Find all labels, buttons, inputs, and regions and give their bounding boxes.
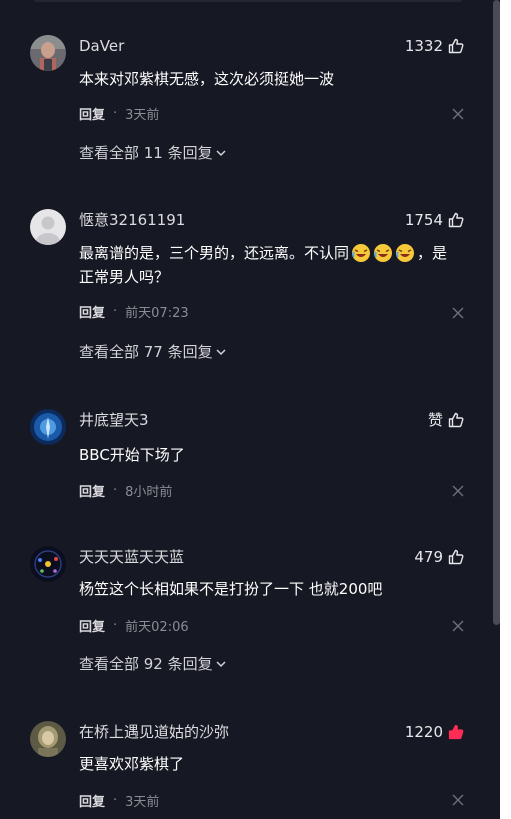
thumbs-up-icon: [448, 38, 464, 54]
like-count: 1754: [404, 211, 443, 229]
like-count: 479: [414, 548, 443, 566]
reply-button[interactable]: 回复: [79, 791, 105, 810]
like-button[interactable]: 赞: [428, 409, 464, 431]
separator-dot: ·: [113, 105, 118, 121]
timestamp: 3天前: [125, 107, 160, 123]
emoji-group: [351, 243, 415, 263]
comment-text: 本来对邓紫棋无感，这次必须挺她一波: [79, 70, 335, 88]
view-all-replies-label: 查看全部 11 条回复: [79, 144, 213, 162]
timestamp: 前天07:23: [125, 305, 189, 321]
reply-button[interactable]: 回复: [79, 302, 105, 321]
separator-dot: ·: [113, 482, 118, 498]
timestamp: 前天02:06: [125, 619, 189, 635]
comment-text: 更喜欢邓紫棋了: [79, 755, 185, 773]
chevron-down-icon: [216, 150, 226, 157]
thumbs-up-icon: [448, 212, 464, 228]
like-count: 1332: [404, 37, 443, 55]
avatar[interactable]: [30, 721, 66, 757]
like-button[interactable]: 1754: [405, 209, 464, 231]
thumbs-up-icon: [448, 549, 464, 565]
view-all-replies[interactable]: 查看全部 92 条回复: [79, 653, 227, 675]
view-all-replies-label: 查看全部 92 条回复: [79, 655, 213, 673]
comment-meta: 回复 · 8小时前: [79, 480, 172, 500]
avatar[interactable]: [30, 209, 66, 245]
separator-dot: ·: [113, 303, 118, 319]
separator-dot: ·: [113, 617, 118, 633]
comment-text: 最离谱的是，三个男的，还远离。不认同 ，是正常男人吗？: [79, 241, 469, 289]
comment-meta: 回复 · 前天07:23: [79, 301, 189, 321]
timestamp: 3天前: [125, 794, 160, 810]
avatar[interactable]: [30, 35, 66, 71]
like-button[interactable]: 479: [414, 546, 464, 568]
comment-text-part: ，是: [417, 244, 448, 262]
avatar[interactable]: [30, 546, 66, 582]
close-icon[interactable]: [452, 307, 464, 319]
reply-button[interactable]: 回复: [79, 616, 105, 635]
reply-button[interactable]: 回复: [79, 104, 105, 123]
username[interactable]: 惬意32161191: [79, 209, 185, 231]
like-count: 赞: [427, 411, 443, 429]
comment-text-part: 正常男人吗？: [79, 268, 170, 286]
like-button[interactable]: 1220: [405, 721, 464, 743]
view-all-replies[interactable]: 查看全部 77 条回复: [79, 341, 227, 363]
view-all-replies[interactable]: 查看全部 11 条回复: [79, 142, 227, 164]
previous-content-edge: [32, 0, 464, 2]
comment-text-part: 最离谱的是，三个男的，还远离。不认同: [79, 244, 350, 262]
timestamp: 8小时前: [125, 484, 173, 500]
close-icon[interactable]: [452, 108, 464, 120]
avatar[interactable]: [30, 409, 66, 445]
username[interactable]: DaVer: [79, 35, 124, 57]
close-icon[interactable]: [452, 485, 464, 497]
username[interactable]: 天天天蓝天天蓝: [79, 546, 184, 568]
close-icon[interactable]: [452, 794, 464, 806]
comment-text: BBC开始下场了: [79, 446, 185, 464]
laughing-crying-emoji-icon: [396, 244, 415, 262]
comment-meta: 回复 · 3天前: [79, 103, 159, 123]
reply-button[interactable]: 回复: [79, 481, 105, 500]
like-count: 1220: [404, 723, 443, 741]
chevron-down-icon: [216, 349, 226, 356]
scrollbar[interactable]: [493, 0, 500, 625]
username[interactable]: 在桥上遇见道姑的沙弥: [79, 721, 229, 743]
thumbs-up-filled-icon: [448, 724, 464, 740]
close-icon[interactable]: [452, 620, 464, 632]
like-button[interactable]: 1332: [405, 35, 464, 57]
laughing-crying-emoji-icon: [352, 244, 371, 262]
comment-text: 杨笠这个长相如果不是打扮了一下 也就200吧: [79, 580, 383, 598]
thumbs-up-icon: [448, 412, 464, 428]
laughing-crying-emoji-icon: [374, 244, 393, 262]
comment-meta: 回复 · 前天02:06: [79, 615, 189, 635]
username[interactable]: 井底望天3: [79, 409, 149, 431]
comment-meta: 回复 · 3天前: [79, 790, 159, 810]
chevron-down-icon: [216, 661, 226, 668]
comment-panel: DaVer 1332 本来对邓紫棋无感，这次必须挺她一波 回复 · 3天前 查看…: [0, 0, 500, 819]
separator-dot: ·: [113, 792, 118, 808]
view-all-replies-label: 查看全部 77 条回复: [79, 343, 213, 361]
